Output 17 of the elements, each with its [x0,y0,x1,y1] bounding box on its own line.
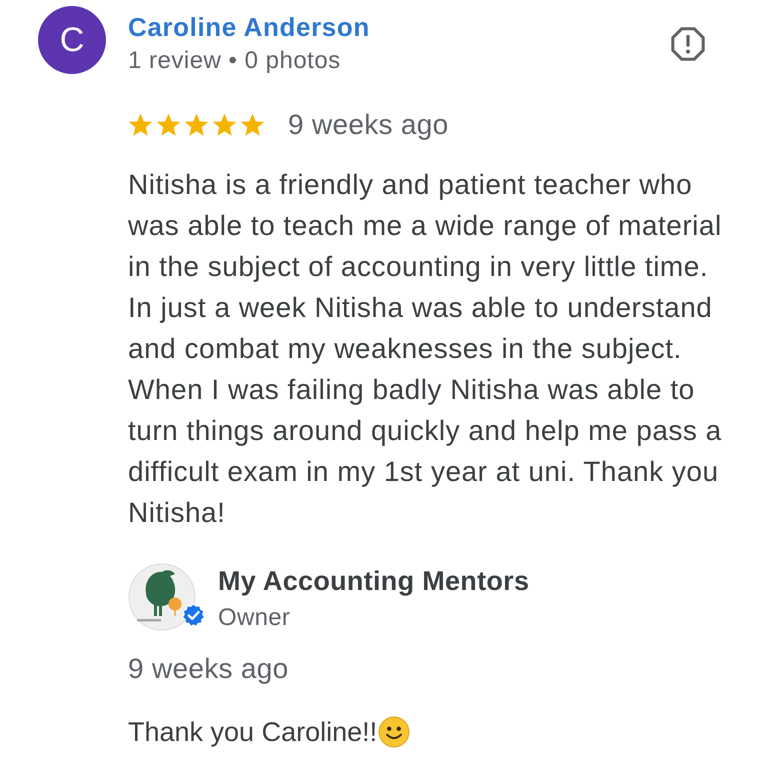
filled-star-icon [212,113,237,137]
filled-star-icon [128,113,153,137]
reviewer-stats: 1 review • 0 photos [128,46,342,76]
owner-name: My Accounting Mentors [218,565,530,597]
reply-text: Thank you Caroline!! [128,716,378,748]
filled-star-icon [156,113,181,137]
filled-star-icon [240,113,265,137]
reviewer-name[interactable]: Caroline Anderson [128,12,649,42]
review-time: 9 weeks ago [288,109,449,141]
smiley-icon [378,716,410,748]
bird-logo-icon [128,563,196,631]
avatar-letter[interactable]: C [38,6,106,74]
review-text: Nitisha is a friendly and patient teacher who was able to teach me a wide range of material in the subject of accounting in very little time. In just a week Nitisha was able to understand and combat my weaknesses in the subject. When I was failing badly Nitisha was able to turn things around quickly and help me pass a difficult exam in my 1st year at uni. Thank you Nitisha! [128,168,723,530]
report-icon[interactable] [671,27,705,61]
reply-time: 9 weeks ago [128,653,290,685]
filled-star-icon [184,113,209,137]
owner-role: Owner [218,603,292,633]
